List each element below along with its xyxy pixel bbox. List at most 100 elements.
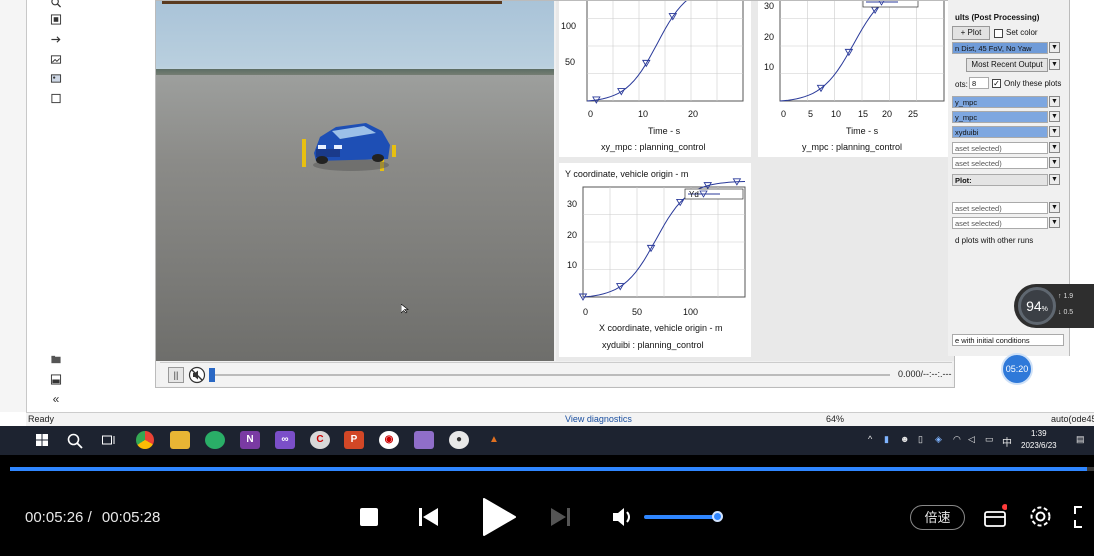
task-view-icon[interactable] — [102, 434, 116, 446]
image-icon[interactable] — [49, 54, 63, 66]
system-clock[interactable]: 1:39 2023/6/23 — [1021, 428, 1057, 452]
plot-label-field[interactable]: Plot: — [952, 174, 1048, 186]
chevron-down-icon[interactable]: ▼ — [1049, 111, 1060, 122]
empty-plot-field[interactable]: aset selected) — [952, 217, 1048, 229]
gift-icon[interactable] — [983, 504, 1007, 528]
chevron-down-icon[interactable]: ▼ — [1049, 174, 1060, 185]
folder-icon[interactable] — [49, 354, 63, 366]
chevron-down-icon[interactable]: ▼ — [1049, 59, 1060, 70]
playback-speed-button[interactable]: 倍速 — [910, 505, 965, 530]
onenote-icon[interactable]: N — [240, 431, 260, 449]
initial-conditions-select[interactable]: e with initial conditions — [952, 334, 1064, 346]
windows-start-icon[interactable] — [36, 434, 48, 446]
notification-icon[interactable]: ▤ — [1076, 434, 1085, 445]
empty-plot-field[interactable]: aset selected) — [952, 202, 1048, 214]
set-color-checkbox[interactable] — [994, 29, 1003, 38]
y-tick-label: 100 — [561, 21, 577, 31]
chrome-icon[interactable] — [136, 431, 154, 449]
panel-icon[interactable] — [49, 374, 63, 386]
next-icon[interactable] — [550, 507, 570, 527]
picture-icon[interactable] — [49, 73, 63, 85]
y-tick-label: 10 — [763, 62, 774, 72]
empty-plot-field[interactable]: aset selected) — [952, 157, 1048, 169]
chevron-down-icon[interactable]: ▼ — [1049, 42, 1060, 53]
plot-y-mpc[interactable]: 30 20 10 0 5 10 15 20 25 Time - s y_mpc … — [758, 1, 950, 157]
recorded-desktop: « 100 50 0 10 20 Time - s xy_mpc: plann… — [0, 0, 1094, 455]
collapse-icon[interactable]: « — [49, 393, 63, 405]
square-icon[interactable] — [49, 93, 63, 105]
chevron-down-icon[interactable]: ▼ — [1049, 217, 1060, 228]
app-icon[interactable]: C — [310, 431, 330, 449]
animation-slider-track[interactable] — [210, 374, 890, 376]
ime-indicator[interactable]: 中 — [1002, 434, 1012, 449]
zoom-icon[interactable] — [49, 0, 63, 9]
visual-studio-icon[interactable]: ∞ — [275, 431, 295, 449]
stop-icon[interactable] — [360, 508, 378, 526]
volume-icon[interactable] — [612, 507, 634, 527]
plot-field[interactable]: y_mpc — [952, 111, 1048, 123]
battery-icon[interactable]: ▭ — [985, 434, 994, 445]
fit-view-icon[interactable] — [49, 14, 63, 26]
x-tick-label: 0 — [588, 109, 594, 119]
wifi-icon[interactable]: ◠ — [953, 434, 961, 445]
chevron-down-icon[interactable]: ▼ — [1049, 202, 1060, 213]
cpu-usage-gauge: 94% — [1018, 287, 1056, 325]
paint-icon[interactable] — [414, 431, 434, 449]
x-axis-label: X coordinate, vehicle origin - m — [599, 323, 723, 333]
settings-icon[interactable] — [1029, 505, 1052, 528]
fullscreen-icon[interactable] — [1074, 506, 1094, 528]
plot-field[interactable]: xyduibi — [952, 126, 1048, 138]
video-progress-fill[interactable] — [10, 467, 1088, 471]
network-speed-widget[interactable]: 94% ↑ 1.9 ↓ 0.5 — [1014, 284, 1094, 328]
mute-icon[interactable] — [188, 366, 206, 384]
usb-icon[interactable]: ▯ — [918, 434, 923, 445]
recorder-icon[interactable]: ● — [449, 431, 469, 449]
search-icon[interactable] — [67, 433, 83, 449]
legend-label: Yd — [689, 190, 699, 199]
animation-view[interactable] — [156, 1, 554, 361]
previous-icon[interactable] — [419, 507, 439, 527]
clock-date: 2023/6/23 — [1021, 441, 1057, 450]
volume-slider-track[interactable] — [644, 515, 718, 519]
plots-label: ots: — [955, 80, 968, 89]
time-separator: / — [87, 509, 92, 526]
chevron-down-icon[interactable]: ▼ — [1049, 96, 1060, 107]
floating-clock[interactable]: 05:20 — [1001, 353, 1033, 385]
matlab-icon[interactable]: ▲ — [484, 431, 504, 449]
dataset-select[interactable]: n Dist, 45 FoV, No Yaw — [952, 42, 1048, 54]
play-icon[interactable] — [482, 498, 516, 536]
volume-slider-thumb[interactable] — [712, 511, 723, 522]
percent-sign: % — [1041, 306, 1048, 313]
zoom-level: 64% — [826, 414, 845, 424]
chevron-down-icon[interactable]: ▼ — [1049, 157, 1060, 168]
only-these-plots-checkbox[interactable]: ✓ — [992, 79, 1001, 88]
pause-button[interactable]: || — [168, 367, 184, 383]
volume-icon[interactable]: ◁ — [968, 434, 975, 445]
most-recent-output-select[interactable]: Most Recent Output — [966, 58, 1048, 72]
empty-plot-field[interactable]: aset selected) — [952, 142, 1048, 154]
plot-xyduibi[interactable]: Y coordinate, vehicle origin - m 30 20 1… — [559, 163, 751, 357]
chevron-down-icon[interactable]: ▼ — [1049, 142, 1060, 153]
shield-icon[interactable]: ◈ — [935, 434, 942, 445]
download-rate: ↓ 0.5 — [1058, 309, 1074, 316]
view-diagnostics-link[interactable]: View diagnostics — [565, 414, 632, 424]
plots-count-select[interactable]: 8 — [969, 77, 989, 89]
chevron-up-icon[interactable]: ^ — [868, 434, 872, 444]
powerpoint-icon[interactable]: P — [344, 431, 364, 449]
wechat-icon[interactable] — [205, 431, 225, 449]
plot-button[interactable]: + Plot — [952, 26, 990, 40]
tray-app-icon[interactable]: ▮ — [884, 434, 889, 445]
arrow-right-icon[interactable] — [49, 34, 63, 46]
x-tick-label: 15 — [858, 109, 869, 119]
x-tick-label: 50 — [632, 307, 643, 317]
only-these-plots-label: Only these plots — [1004, 79, 1062, 88]
x-tick-label: 0 — [583, 307, 589, 317]
y-tick-label: 20 — [763, 32, 774, 42]
qq-icon[interactable]: ☻ — [900, 434, 909, 444]
chevron-down-icon[interactable]: ▼ — [1049, 126, 1060, 137]
plot-field[interactable]: y_mpc — [952, 96, 1048, 108]
plot-xy-mpc[interactable]: 100 50 0 10 20 Time - s xy_mpc : plannin… — [559, 1, 751, 157]
animation-slider-thumb[interactable] — [209, 368, 215, 382]
carsim-icon[interactable]: ◉ — [379, 431, 399, 449]
file-explorer-icon[interactable] — [170, 431, 190, 449]
